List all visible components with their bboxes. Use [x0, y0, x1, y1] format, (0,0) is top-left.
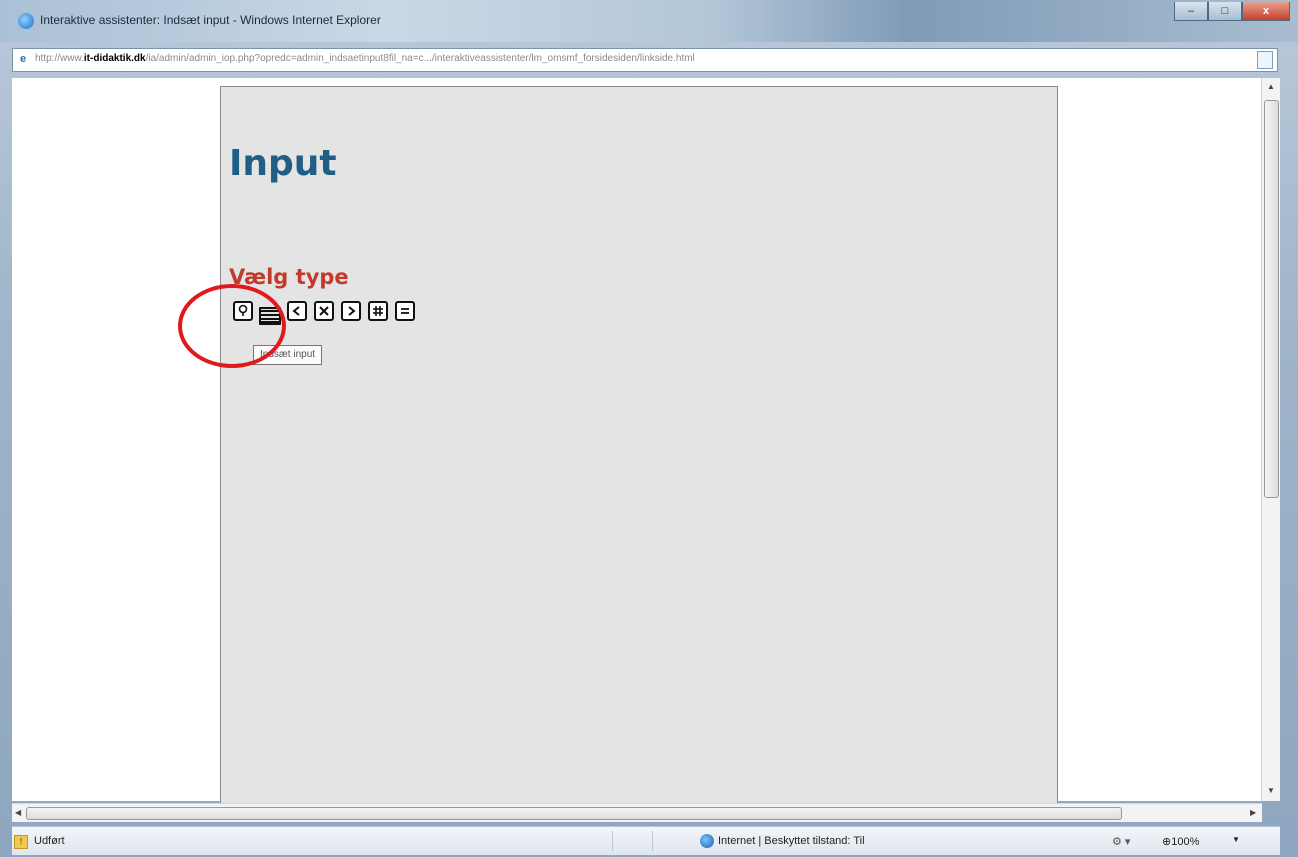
scroll-right-icon[interactable]: ▶ — [1250, 808, 1256, 817]
status-divider — [652, 831, 653, 851]
delete-icon[interactable] — [314, 301, 334, 321]
maximize-button[interactable]: □ — [1208, 2, 1242, 21]
scroll-left-icon[interactable]: ◀ — [15, 808, 21, 817]
window-title: Interaktive assistenter: Indsæt input - … — [40, 13, 381, 27]
highlight-circle — [178, 284, 286, 368]
compatibility-view-icon[interactable] — [1257, 51, 1273, 69]
minimize-button[interactable]: – — [1174, 2, 1208, 21]
address-bar[interactable]: e http://www.it-didaktik.dk/ia/admin/adm… — [12, 48, 1278, 72]
scroll-down-icon[interactable]: ▼ — [1267, 786, 1275, 795]
status-bar: ! Udført Internet | Beskyttet tilstand: … — [12, 826, 1280, 855]
title-bar[interactable]: Interaktive assistenter: Indsæt input - … — [0, 0, 1298, 42]
page-content: Input Vælg type Indsæt input ▲ ▼ — [12, 78, 1280, 806]
url-prefix: http://www. — [35, 53, 84, 64]
protected-mode-icon[interactable]: ⚙ ▾ — [1112, 835, 1130, 848]
horizontal-scrollbar[interactable]: ◀ ▶ — [12, 803, 1262, 822]
address-url[interactable]: http://www.it-didaktik.dk/ia/admin/admin… — [35, 53, 1035, 64]
url-rest: /ia/admin/admin_iop.php?opredc=admin_ind… — [145, 53, 695, 64]
browser-window: Interaktive assistenter: Indsæt input - … — [0, 0, 1298, 857]
equals-icon[interactable] — [395, 301, 415, 321]
vertical-scrollbar[interactable]: ▲ ▼ — [1261, 78, 1280, 801]
vertical-scroll-thumb[interactable] — [1264, 100, 1279, 498]
next-icon[interactable] — [341, 301, 361, 321]
window-controls: – □ x — [1174, 2, 1290, 22]
content-panel: Input Vælg type Indsæt input — [178, 86, 1058, 806]
status-text: Udført — [34, 835, 65, 847]
url-domain: it-didaktik.dk — [83, 53, 146, 64]
page-title: Input — [229, 143, 337, 184]
status-icon: ! — [14, 835, 28, 849]
status-divider — [612, 831, 613, 851]
page-favicon-icon: e — [19, 53, 27, 65]
scroll-up-icon[interactable]: ▲ — [1267, 82, 1275, 91]
prev-icon[interactable] — [287, 301, 307, 321]
horizontal-scroll-thumb[interactable] — [26, 807, 1122, 820]
grid-icon[interactable] — [368, 301, 388, 321]
zoom-dropdown-icon[interactable]: ▼ — [1232, 835, 1240, 844]
ie-icon — [18, 13, 34, 29]
security-zone[interactable]: Internet | Beskyttet tilstand: Til — [718, 835, 865, 847]
globe-icon — [700, 834, 714, 848]
close-button[interactable]: x — [1242, 2, 1290, 21]
zoom-level[interactable]: ⊕100% — [1162, 835, 1199, 848]
